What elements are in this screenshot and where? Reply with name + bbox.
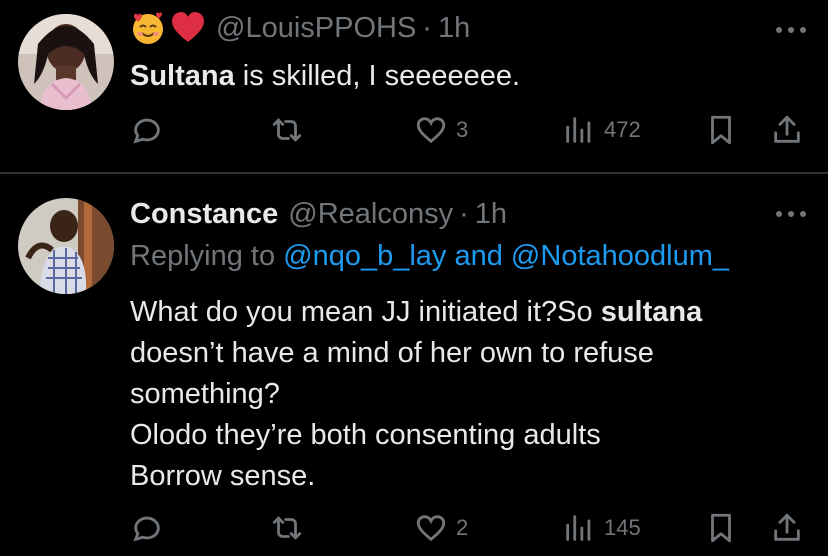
user-handle[interactable]: @LouisPPOHS	[216, 12, 416, 45]
views-button[interactable]: 145	[562, 508, 641, 548]
retweet-button[interactable]	[270, 110, 304, 150]
view-count: 472	[604, 117, 641, 142]
tweet-header: @LouisPPOHS · 1h	[130, 8, 470, 48]
share-icon	[774, 115, 800, 143]
share-button[interactable]	[770, 508, 804, 548]
avatar[interactable]	[18, 198, 114, 294]
like-count: 3	[456, 117, 469, 142]
more-icon[interactable]	[776, 208, 806, 220]
like-count: 2	[456, 515, 469, 540]
tweet-text-bold: Sultana	[130, 60, 235, 92]
action-bar: 3 472	[130, 110, 820, 150]
replying-to-label: Replying to	[130, 240, 284, 272]
tweet-text-rest: doesn’t have a mind of her own to refuse…	[130, 337, 654, 492]
replying-to: Replying to @nqo_b_lay and @Notahoodlum_	[130, 240, 729, 273]
reply-icon	[133, 516, 160, 542]
share-button[interactable]	[770, 110, 804, 150]
like-button[interactable]: 2	[414, 508, 468, 548]
timestamp[interactable]: 1h	[475, 198, 507, 231]
timestamp[interactable]: 1h	[438, 12, 470, 45]
separator-dot: ·	[459, 197, 469, 230]
bookmark-icon	[711, 115, 731, 145]
tweet-text-bold: sultana	[600, 296, 703, 328]
tweet-text-line1: What do you mean JJ initiated it?So	[130, 296, 601, 328]
smiling-face-with-hearts-icon	[130, 10, 166, 46]
avatar[interactable]	[18, 14, 114, 110]
user-handle[interactable]: @Realconsy	[288, 198, 453, 231]
action-bar: 2 145	[130, 508, 820, 548]
red-heart-icon	[170, 10, 206, 46]
like-icon	[416, 117, 446, 144]
bookmark-button[interactable]	[704, 508, 738, 548]
reply-icon	[133, 118, 160, 144]
views-icon	[566, 117, 591, 143]
view-count: 145	[604, 515, 641, 540]
like-icon	[416, 515, 446, 542]
tweet-louisppohs[interactable]: @LouisPPOHS · 1h Sultana is skilled, I s…	[0, 0, 828, 172]
bookmark-icon	[711, 513, 731, 543]
tweet-text: What do you mean JJ initiated it?So sult…	[130, 292, 702, 497]
reply-button[interactable]	[130, 110, 164, 150]
like-button[interactable]: 3	[414, 110, 468, 150]
reply-button[interactable]	[130, 508, 164, 548]
views-icon	[566, 515, 591, 541]
tweet-header: Constance @Realconsy · 1h	[130, 196, 507, 232]
tweet-text: Sultana is skilled, I seeeeeee.	[130, 56, 520, 97]
tweet-text-normal: is skilled, I seeeeeee.	[234, 60, 521, 92]
share-icon	[774, 513, 800, 541]
retweet-icon	[272, 516, 302, 540]
bookmark-button[interactable]	[704, 110, 738, 150]
more-icon[interactable]	[776, 24, 806, 36]
retweet-button[interactable]	[270, 508, 304, 548]
separator-dot: ·	[422, 11, 432, 44]
views-button[interactable]: 472	[562, 110, 641, 150]
tweet-realconsy[interactable]: Constance @Realconsy · 1h Replying to @n…	[0, 174, 828, 556]
retweet-icon	[272, 118, 302, 142]
display-name[interactable]: Constance	[130, 198, 278, 231]
replying-to-mentions[interactable]: @nqo_b_lay and @Notahoodlum_	[283, 240, 729, 272]
